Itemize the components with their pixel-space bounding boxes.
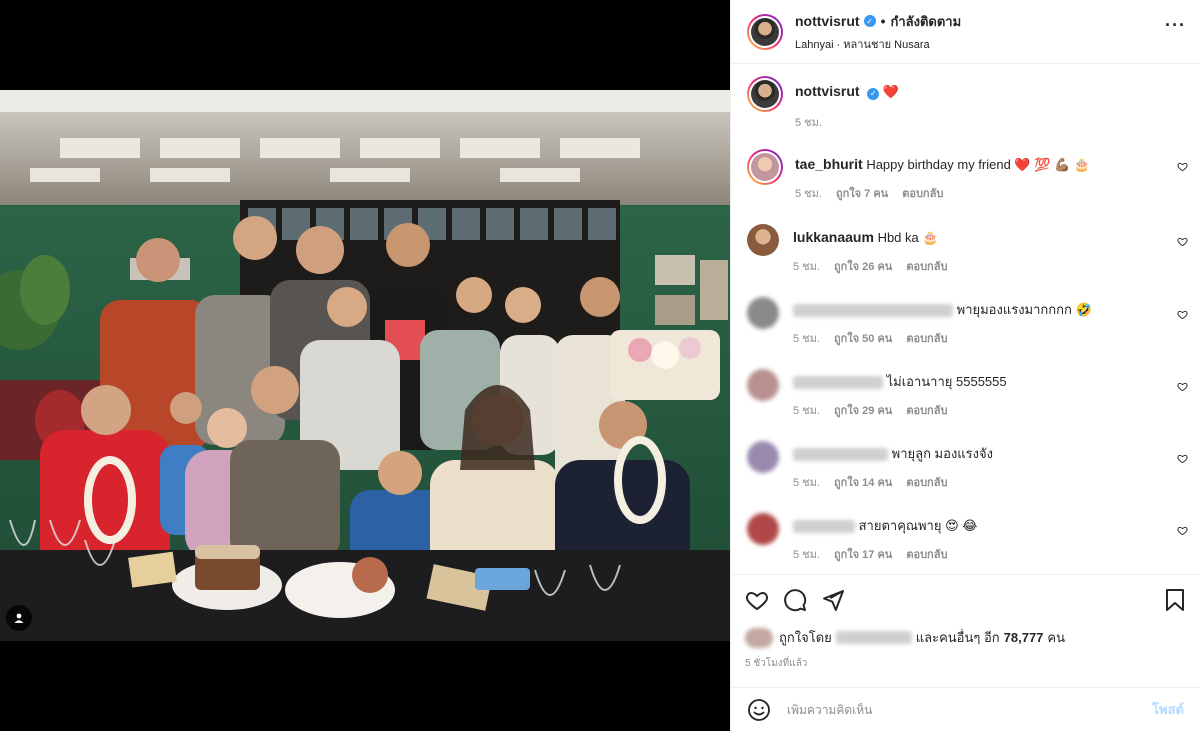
comment-likes[interactable]: ถูกใจ 7 คน [836, 184, 888, 202]
separator-dot: • [880, 13, 886, 29]
liked-by-prefix: ถูกใจโดย [779, 630, 832, 645]
more-horizontal-icon[interactable]: ··· [1165, 16, 1186, 34]
comment-reply-button[interactable]: ตอบกลับ [906, 473, 947, 491]
caption-username[interactable]: nottvisrut [795, 83, 860, 99]
post-comment-button[interactable]: โพสต์ [1152, 699, 1184, 720]
comment-likes[interactable]: ถูกใจ 29 คน [834, 401, 892, 419]
post-photo[interactable] [0, 90, 730, 641]
comment-time: 5 ชม. [793, 261, 820, 273]
comment-item: พายุลูก มองแรงจัง 5 ชม. ถูกใจ 14 คน ตอบก… [731, 441, 1200, 491]
like-heart-icon[interactable] [1177, 453, 1188, 464]
caption-avatar[interactable] [747, 76, 783, 112]
comment-username[interactable]: tae_bhurit [795, 156, 863, 172]
comment-likes[interactable]: ถูกใจ 50 คน [834, 329, 892, 347]
like-unit: คน [1047, 630, 1065, 645]
comment-likes[interactable]: ถูกใจ 26 คน [834, 257, 892, 275]
comment-username-blurred [793, 376, 883, 390]
like-heart-icon[interactable] [1177, 381, 1188, 392]
post-location[interactable]: Lahnyai · หลานชาย Nusara [795, 35, 961, 53]
comment-item: พายุมองแรงมากกกก 🤣 5 ชม. ถูกใจ 50 คน ตอบ… [731, 297, 1200, 347]
comment-item: สายตาคุณพายุ 😍 😂 5 ชม. ถูกใจ 17 คน ตอบกล… [731, 513, 1200, 563]
comment-avatar[interactable] [747, 297, 779, 329]
like-icon[interactable] [745, 588, 769, 612]
comment-text: Happy birthday my friend ❤️ 💯 💪🏽 🎂 [866, 157, 1091, 172]
comment-text: พายุมองแรงมากกกก 🤣 [956, 302, 1092, 317]
comment-input[interactable] [787, 702, 1153, 717]
author-username[interactable]: nottvisrut [795, 13, 860, 29]
caption-time: 5 ชม. [795, 117, 822, 129]
comment-time: 5 ชม. [793, 549, 820, 561]
comment-reply-button[interactable]: ตอบกลับ [906, 257, 947, 275]
comment-item: tae_bhurit Happy birthday my friend ❤️ 💯… [731, 149, 1200, 202]
group-birthday-photo [0, 90, 730, 641]
comment-text: ไม่เอานาายุ 5555555 [886, 374, 1007, 389]
caption-text: ❤️ [882, 84, 899, 99]
post-actions: ถูกใจโดย และคนอื่นๆ อีก 78,777 คน 5 ชั่ว… [731, 574, 1200, 692]
comment-item: ไม่เอานาายุ 5555555 5 ชม. ถูกใจ 29 คน ตอ… [731, 369, 1200, 419]
comment-time: 5 ชม. [793, 477, 820, 489]
comment-composer: โพสต์ [731, 687, 1200, 731]
following-button[interactable]: กำลังติดตาม [890, 11, 961, 32]
comment-text: พายุลูก มองแรงจัง [891, 446, 993, 461]
comment-reply-button[interactable]: ตอบกลับ [902, 184, 943, 202]
comment-time: 5 ชม. [795, 188, 822, 200]
comment-text: Hbd ka 🎂 [877, 230, 939, 245]
comment-likes[interactable]: ถูกใจ 17 คน [834, 545, 892, 563]
comment-username[interactable]: lukkanaaum [793, 229, 874, 245]
comment-avatar[interactable] [747, 369, 779, 401]
like-heart-icon[interactable] [1177, 236, 1188, 247]
emoji-icon[interactable] [747, 698, 771, 722]
comment-avatar[interactable] [747, 224, 779, 256]
comment-username-blurred [793, 520, 855, 534]
comment-avatar[interactable] [747, 149, 783, 185]
caption-item: nottvisrut ✓ ❤️ 5 ชม. [731, 76, 1200, 131]
like-heart-icon[interactable] [1177, 309, 1188, 320]
bookmark-icon[interactable] [1164, 588, 1186, 612]
like-heart-icon[interactable] [1177, 161, 1188, 172]
comment-likes[interactable]: ถูกใจ 14 คน [834, 473, 892, 491]
tagged-users-button[interactable] [6, 605, 32, 631]
comment-avatar[interactable] [747, 441, 779, 473]
comment-time: 5 ชม. [793, 333, 820, 345]
comments-list: nottvisrut ✓ ❤️ 5 ชม. tae_bhurit Happy b… [731, 64, 1200, 574]
post-side-panel: nottvisrut ✓ • กำลังติดตาม Lahnyai · หลา… [730, 0, 1200, 731]
verified-badge-icon: ✓ [863, 15, 876, 27]
like-heart-icon[interactable] [1177, 525, 1188, 536]
liker-avatars [745, 627, 773, 648]
comment-username-blurred [793, 304, 953, 318]
comment-text: สายตาคุณพายุ 😍 😂 [858, 518, 978, 533]
verified-badge-icon: ✓ [867, 88, 880, 100]
comment-avatar[interactable] [747, 513, 779, 545]
likes-summary[interactable]: ถูกใจโดย และคนอื่นๆ อีก 78,777 คน [745, 627, 1186, 648]
liked-by-user-blurred [835, 631, 912, 644]
comment-reply-button[interactable]: ตอบกลับ [906, 329, 947, 347]
like-count: 78,777 [1003, 630, 1044, 645]
share-icon[interactable] [821, 588, 845, 612]
comment-icon[interactable] [783, 588, 807, 612]
liked-by-suffix: และคนอื่นๆ อีก [915, 630, 1000, 645]
comment-time: 5 ชม. [793, 405, 820, 417]
comment-reply-button[interactable]: ตอบกลับ [906, 545, 947, 563]
post-time-ago[interactable]: 5 ชั่วโมงที่แล้ว [745, 656, 1186, 671]
post-header: nottvisrut ✓ • กำลังติดตาม Lahnyai · หลา… [731, 0, 1200, 64]
post-media[interactable] [0, 0, 730, 731]
comment-item: lukkanaaum Hbd ka 🎂 5 ชม. ถูกใจ 26 คน ตอ… [731, 224, 1200, 275]
comment-reply-button[interactable]: ตอบกลับ [906, 401, 947, 419]
user-icon [14, 613, 24, 623]
comment-username-blurred [793, 448, 888, 462]
author-avatar[interactable] [747, 13, 783, 50]
